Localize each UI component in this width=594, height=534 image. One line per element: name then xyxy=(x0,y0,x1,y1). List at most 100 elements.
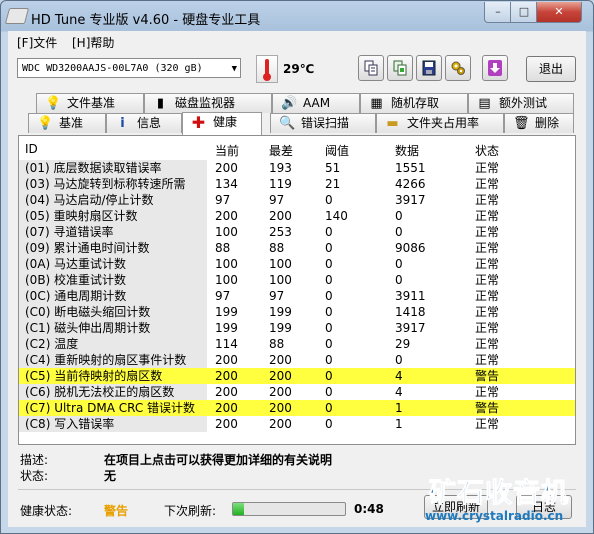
tab-health[interactable]: ✚ 健康 xyxy=(182,112,262,135)
column-header-data[interactable]: 数据 xyxy=(395,142,419,159)
table-row[interactable]: (0C) 通电周期计数 97 97 0 3911 正常 xyxy=(19,288,575,304)
title-bar[interactable]: HD Tune 专业版 v4.60 - 硬盘专业工具 – □ ✕ xyxy=(1,1,593,31)
speaker-icon: 🔊 xyxy=(281,96,298,111)
refresh-progress-fill xyxy=(233,503,245,515)
tab-info[interactable]: i 信息 xyxy=(106,113,182,133)
watermark-brand: 矿石收音机 xyxy=(429,478,569,510)
temperature-value: 29℃ xyxy=(283,62,315,76)
tab-label: 文件基准 xyxy=(67,96,116,110)
minimize-button[interactable]: – xyxy=(484,2,512,23)
cell-data: 3917 xyxy=(395,193,426,207)
cell-status: 正常 xyxy=(475,385,500,399)
save-button[interactable] xyxy=(416,55,442,81)
cell-status: 正常 xyxy=(475,241,500,255)
tab-error-scan[interactable]: 🔍 错误扫描 xyxy=(270,113,376,133)
table-row[interactable]: (C0) 断电磁头缩回计数 199 199 0 1418 正常 xyxy=(19,304,575,320)
description-value: 在项目上点击可以获得更加详细的有关说明 xyxy=(104,453,333,467)
table-row[interactable]: (C8) 写入错误率 200 200 0 1 正常 xyxy=(19,416,575,432)
copy-text-button[interactable] xyxy=(358,55,384,81)
close-button[interactable]: ✕ xyxy=(536,2,582,23)
thermometer-icon xyxy=(256,55,278,83)
options-button[interactable] xyxy=(445,55,471,81)
table-row[interactable]: (C2) 温度 114 88 0 29 正常 xyxy=(19,336,575,352)
table-row[interactable]: (0A) 马达重试计数 100 100 0 0 正常 xyxy=(19,256,575,272)
window-title: HD Tune 专业版 v4.60 - 硬盘专业工具 xyxy=(31,13,261,28)
table-row[interactable]: (C5) 当前待映射的扇区数 200 200 0 4 警告 xyxy=(19,368,575,384)
options-icon xyxy=(451,61,465,75)
cell-status: 正常 xyxy=(475,273,500,287)
tab-aam[interactable]: 🔊 AAM xyxy=(272,93,360,113)
download-icon xyxy=(488,60,502,76)
drive-select[interactable]: WDC WD3200AAJS-00L7A0 (320 gB) ▼ xyxy=(17,58,241,78)
cell-status: 正常 xyxy=(475,257,500,271)
tab-extra-tests[interactable]: ▤ 额外测试 xyxy=(468,93,574,113)
cell-threshold: 0 xyxy=(325,321,333,335)
cell-worst: 97 xyxy=(269,289,285,303)
cell-id: (C7) Ultra DMA CRC 错误计数 xyxy=(25,401,196,415)
menu-file[interactable]: [F]文件 xyxy=(17,34,57,51)
cell-data: 3917 xyxy=(395,321,426,335)
column-header-status[interactable]: 状态 xyxy=(475,142,499,159)
table-row[interactable]: (09) 累计通电时间计数 88 88 0 9086 正常 xyxy=(19,240,575,256)
table-row[interactable]: (C7) Ultra DMA CRC 错误计数 200 200 0 1 警告 xyxy=(19,400,575,416)
cell-threshold: 140 xyxy=(325,209,348,223)
column-header-id[interactable]: ID xyxy=(25,142,38,156)
cell-data: 0 xyxy=(395,257,403,271)
table-row[interactable]: (05) 重映射扇区计数 200 200 140 0 正常 xyxy=(19,208,575,224)
table-row[interactable]: (0B) 校准重试计数 100 100 0 0 正常 xyxy=(19,272,575,288)
tab-folder-usage[interactable]: ▬ 文件夹占用率 xyxy=(376,113,504,133)
tab-label: 磁盘监视器 xyxy=(175,96,236,110)
tab-label: 随机存取 xyxy=(391,96,440,110)
cell-threshold: 0 xyxy=(325,305,333,319)
table-row[interactable]: (01) 底层数据读取错误率 200 193 51 1551 正常 xyxy=(19,160,575,176)
refresh-progress-bar xyxy=(232,502,346,516)
tab-erase[interactable]: 🗑 删除 xyxy=(504,113,574,133)
cell-current: 100 xyxy=(215,225,238,239)
cell-threshold: 0 xyxy=(325,225,333,239)
health-status-label: 健康状态: xyxy=(20,504,73,518)
column-header-current[interactable]: 当前 xyxy=(215,142,239,159)
menu-help[interactable]: [H]帮助 xyxy=(72,34,114,51)
tab-benchmark[interactable]: 💡 基准 xyxy=(28,113,106,133)
next-refresh-label: 下次刷新: xyxy=(164,504,217,518)
cell-status: 正常 xyxy=(475,305,500,319)
tab-label: 错误扫描 xyxy=(301,116,350,130)
disk-monitor-icon: ▮ xyxy=(156,96,165,111)
tab-random-access[interactable]: ▦ 随机存取 xyxy=(360,93,468,113)
file-benchmark-icon: 💡 xyxy=(45,96,62,111)
tab-file-benchmark[interactable]: 💡 文件基准 xyxy=(36,93,144,113)
client-area: [F]文件 [H]帮助 WDC WD3200AAJS-00L7A0 (320 g… xyxy=(8,31,586,527)
cell-worst: 100 xyxy=(269,273,292,287)
magnifier-icon: 🔍 xyxy=(279,116,296,131)
download-button[interactable] xyxy=(482,55,508,81)
column-header-worst[interactable]: 最差 xyxy=(269,142,293,159)
cell-current: 200 xyxy=(215,161,238,175)
table-row[interactable]: (C4) 重新映射的扇区事件计数 200 200 0 0 正常 xyxy=(19,352,575,368)
table-row[interactable]: (C6) 脱机无法校正的扇区数 200 200 0 4 正常 xyxy=(19,384,575,400)
lightbulb-icon: 💡 xyxy=(37,116,54,131)
table-row[interactable]: (C1) 磁头伸出周期计数 199 199 0 3917 正常 xyxy=(19,320,575,336)
cell-data: 4 xyxy=(395,385,403,399)
watermark-logo: 矿石收音机 www.crystalradio.cn xyxy=(421,471,591,533)
cell-worst: 200 xyxy=(269,417,292,431)
chevron-down-icon: ▼ xyxy=(231,64,237,74)
cell-threshold: 0 xyxy=(325,385,333,399)
column-header-threshold[interactable]: 阈值 xyxy=(325,142,349,159)
cell-current: 200 xyxy=(215,417,238,431)
table-row[interactable]: (03) 马达旋转到标称转速所需 134 119 21 4266 正常 xyxy=(19,176,575,192)
exit-button[interactable]: 退出 xyxy=(526,56,576,82)
cell-data: 1 xyxy=(395,401,403,415)
cell-data: 0 xyxy=(395,353,403,367)
table-row[interactable]: (04) 马达启动/停止计数 97 97 0 3917 正常 xyxy=(19,192,575,208)
tab-label: 删除 xyxy=(535,116,560,130)
tab-label: 文件夹占用率 xyxy=(407,116,480,130)
maximize-button[interactable]: □ xyxy=(510,2,538,23)
cell-id: (03) 马达旋转到标称转速所需 xyxy=(25,177,186,191)
copy-screenshot-button[interactable] xyxy=(387,55,413,81)
cell-threshold: 0 xyxy=(325,417,333,431)
tab-disk-monitor[interactable]: ▮ 磁盘监视器 xyxy=(144,93,272,113)
cell-current: 199 xyxy=(215,321,238,335)
cell-id: (C0) 断电磁头缩回计数 xyxy=(25,305,151,319)
table-row[interactable]: (07) 寻道错误率 100 253 0 0 正常 xyxy=(19,224,575,240)
tab-label: 基准 xyxy=(59,116,84,130)
